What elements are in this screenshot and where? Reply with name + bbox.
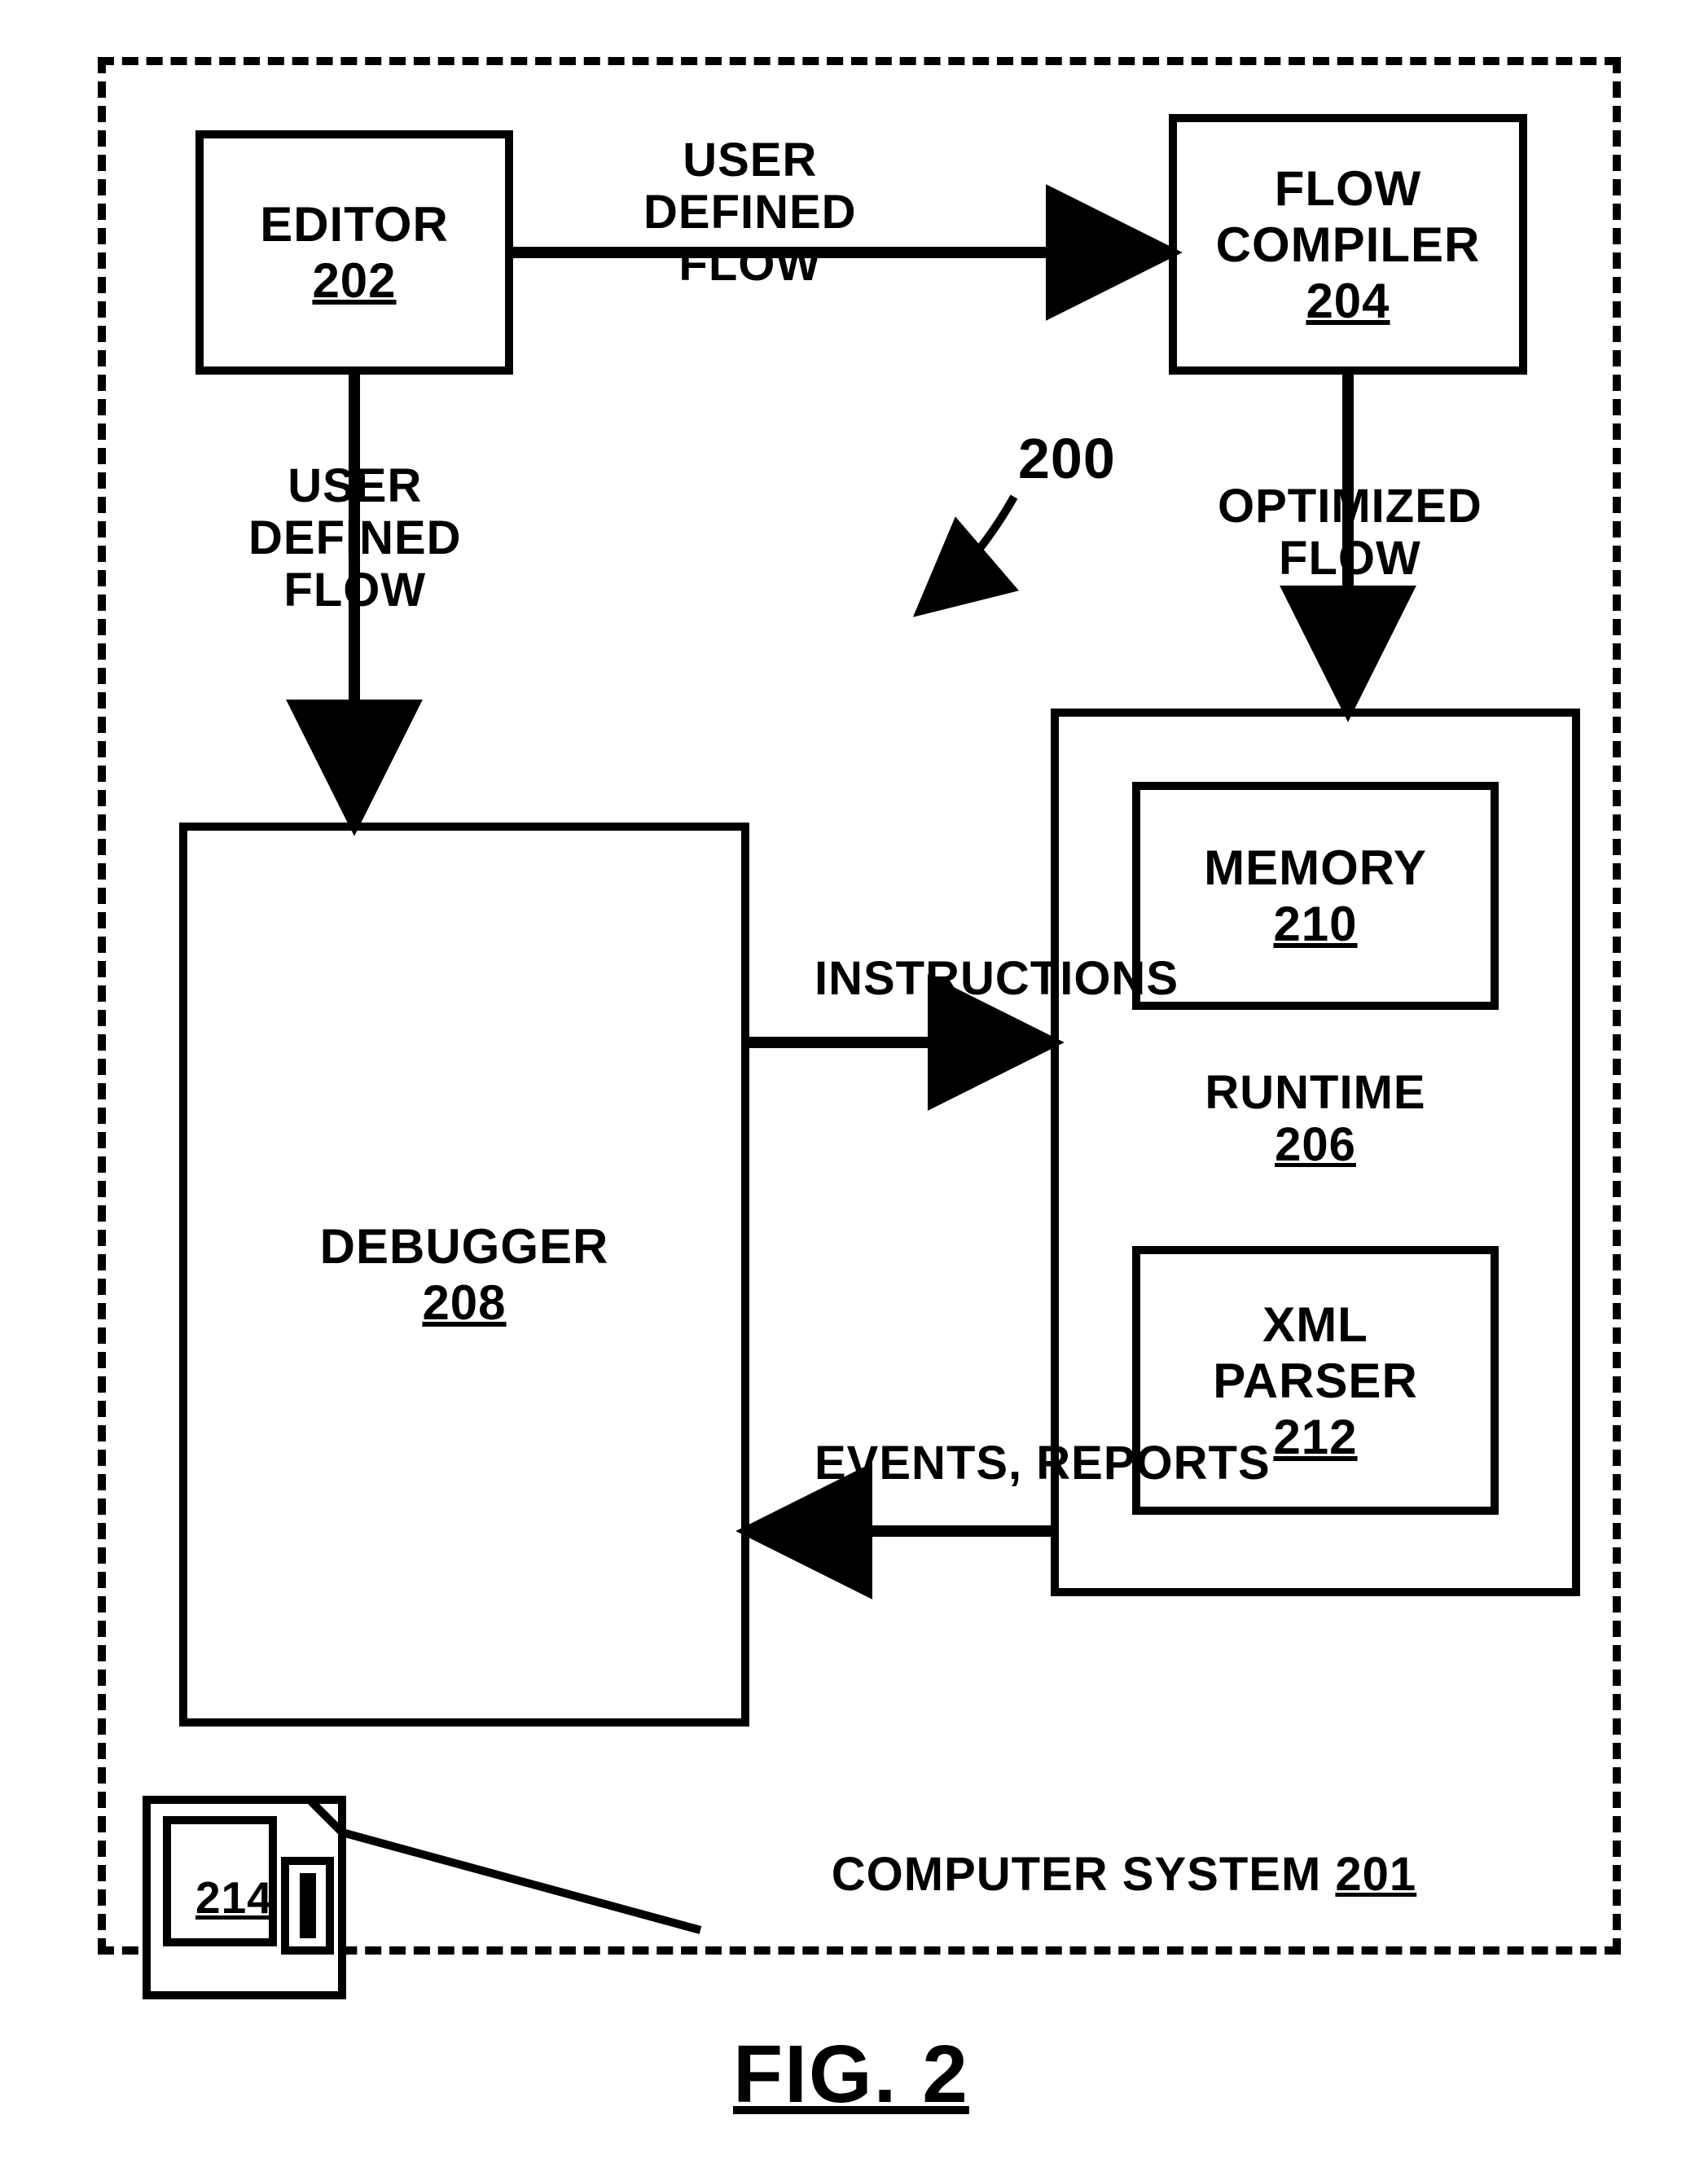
memory-box: MEMORY 210 <box>1132 782 1499 1010</box>
editor-box: EDITOR 202 <box>195 130 513 375</box>
user-defined-flow-left: USER DEFINED FLOW <box>248 460 462 616</box>
diagram-canvas: EDITOR 202 FLOW COMPILER 204 MEMORY 210 … <box>0 0 1708 2172</box>
compiler-ref: 204 <box>1306 273 1390 329</box>
compiler-box: FLOW COMPILER 204 <box>1169 114 1527 375</box>
figure-caption: FIG. 2 <box>733 2028 969 2122</box>
runtime-title: RUNTIME 206 <box>1189 1067 1442 1171</box>
debugger-ref: 208 <box>422 1275 506 1331</box>
editor-ref: 202 <box>312 252 396 309</box>
instructions-label: INSTRUCTIONS <box>814 953 1179 1005</box>
system-label: COMPUTER SYSTEM 201 <box>766 1849 1482 1901</box>
ref-200: 200 <box>1018 428 1116 490</box>
optimized-flow-label: OPTIMIZED FLOW <box>1218 480 1482 585</box>
debugger-box: DEBUGGER 208 <box>179 823 749 1727</box>
disk-ref: 214 <box>195 1873 273 1923</box>
editor-title: EDITOR <box>260 196 449 252</box>
compiler-title1: FLOW <box>1275 160 1422 217</box>
memory-title: MEMORY <box>1204 840 1427 896</box>
memory-ref: 210 <box>1273 896 1357 952</box>
xmlparser-title1: XML <box>1262 1297 1368 1353</box>
events-reports-label: EVENTS, REPORTS <box>814 1437 1271 1490</box>
compiler-title2: COMPILER <box>1216 217 1481 273</box>
xmlparser-title2: PARSER <box>1213 1353 1418 1409</box>
xmlparser-ref: 212 <box>1273 1409 1357 1465</box>
debugger-title: DEBUGGER <box>320 1218 609 1275</box>
disk-icon: 214 <box>138 1792 350 2003</box>
user-defined-flow-top: USER DEFINED FLOW <box>643 134 857 290</box>
